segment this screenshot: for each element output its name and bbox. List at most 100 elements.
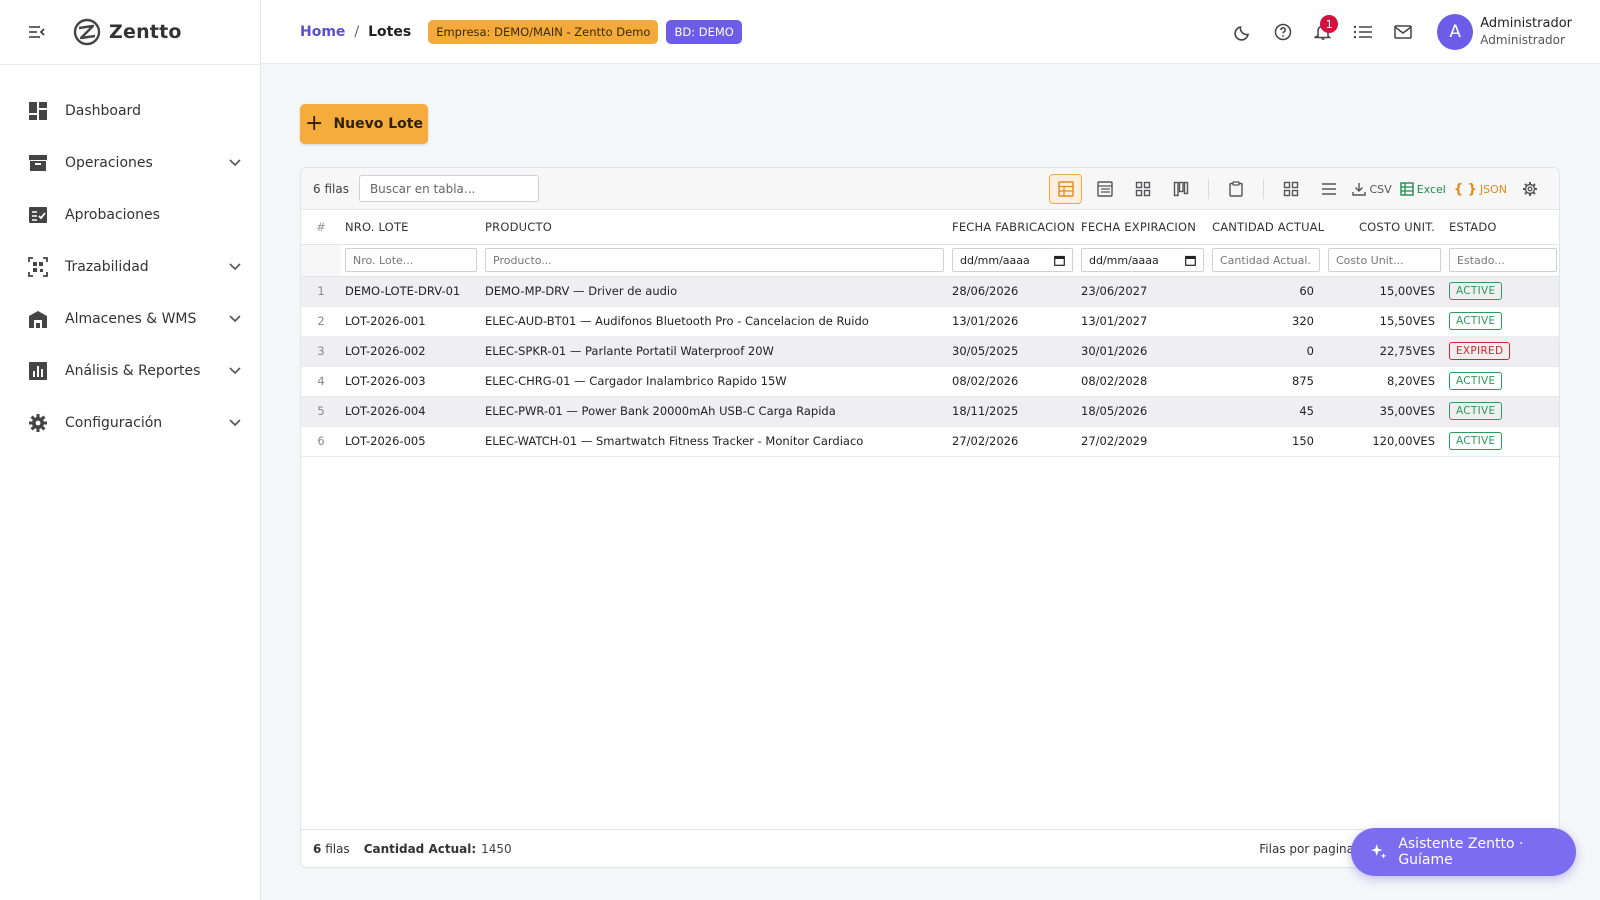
- filter-fecha-expiracion-input[interactable]: dd/mm/aaaa: [1081, 248, 1204, 272]
- column-header-estado[interactable]: ESTADO: [1445, 210, 1559, 245]
- cell-estado: ACTIVE: [1445, 366, 1559, 397]
- dark-mode-icon[interactable]: [1223, 12, 1263, 52]
- export-csv-button[interactable]: CSV: [1352, 174, 1392, 204]
- column-header-num: #: [301, 210, 341, 245]
- cell-lote: LOT-2026-005: [341, 426, 481, 457]
- cell-fecha-expiracion: 23/06/2027: [1077, 276, 1208, 307]
- calendar-icon: [1054, 255, 1065, 266]
- new-lote-button[interactable]: + Nuevo Lote: [300, 104, 428, 144]
- top-actions: 1 A Administrador Administrador: [1223, 0, 1572, 64]
- row-number: 5: [301, 396, 341, 427]
- cell-producto: DEMO-MP-DRV — Driver de audio: [481, 276, 948, 307]
- cell-cantidad: 60: [1208, 276, 1324, 307]
- gear-icon: [27, 412, 49, 434]
- filter-fecha-fabricacion-input[interactable]: dd/mm/aaaa: [952, 248, 1073, 272]
- export-csv-label: CSV: [1369, 182, 1392, 196]
- cell-estado: EXPIRED: [1445, 336, 1559, 367]
- notifications-bell-icon[interactable]: 1: [1303, 12, 1343, 52]
- breadcrumb-home-link[interactable]: Home: [300, 24, 345, 40]
- sidebar-item-aprobaciones[interactable]: Aprobaciones: [0, 189, 260, 241]
- cell-estado: ACTIVE: [1445, 426, 1559, 457]
- sidebar-item-analisis[interactable]: Análisis & Reportes: [0, 345, 260, 397]
- cell-costo: 15,50VES: [1324, 306, 1445, 337]
- status-badge: EXPIRED: [1449, 342, 1511, 360]
- cell-fecha-expiracion: 13/01/2027: [1077, 306, 1208, 337]
- database-chip[interactable]: BD: DEMO: [666, 19, 742, 44]
- cell-producto: ELEC-CHRG-01 — Cargador Inalambrico Rapi…: [481, 366, 948, 397]
- sidebar-item-dashboard[interactable]: Dashboard: [0, 85, 260, 137]
- user-info[interactable]: Administrador Administrador: [1480, 16, 1572, 48]
- sidebar-item-configuracion[interactable]: Configuración: [0, 397, 260, 449]
- column-header-cantidad[interactable]: CANTIDAD ACTUAL: [1208, 210, 1324, 245]
- row-number: 3: [301, 336, 341, 367]
- empresa-chip[interactable]: Empresa: DEMO/MAIN - Zentto Demo: [428, 19, 659, 44]
- filter-cantidad-input[interactable]: [1212, 248, 1320, 272]
- export-excel-label: Excel: [1416, 182, 1446, 196]
- bar-chart-icon: [27, 360, 49, 382]
- table-search-input[interactable]: [358, 175, 539, 202]
- brand-bar: Zentto: [0, 0, 260, 65]
- column-header-lote[interactable]: NRO. LOTE: [341, 210, 481, 245]
- cell-fecha-fabricacion: 27/02/2026: [948, 426, 1077, 457]
- row-number: 6: [301, 426, 341, 457]
- filter-costo-input[interactable]: [1328, 248, 1441, 272]
- sidebar-item-label: Aprobaciones: [65, 207, 160, 223]
- cell-estado: ACTIVE: [1445, 276, 1559, 307]
- card-view-icon[interactable]: [1128, 174, 1158, 204]
- chevron-down-icon: [228, 416, 242, 430]
- help-icon[interactable]: [1263, 12, 1303, 52]
- table-view-icon[interactable]: [1049, 174, 1083, 204]
- filter-producto-input[interactable]: [485, 248, 944, 272]
- user-name: Administrador: [1480, 16, 1572, 31]
- filter-estado-input[interactable]: [1449, 248, 1557, 272]
- sidebar-item-label: Trazabilidad: [65, 259, 149, 275]
- density-icon[interactable]: [1314, 174, 1344, 204]
- breadcrumb-separator: /: [354, 23, 360, 40]
- table-row[interactable]: 5 LOT-2026-004 ELEC-PWR-01 — Power Bank …: [301, 396, 1559, 427]
- column-header-fecha-fabricacion[interactable]: FECHA FABRICACION: [948, 210, 1077, 245]
- cell-costo: 35,00VES: [1324, 396, 1445, 427]
- sidebar-item-operaciones[interactable]: Operaciones: [0, 137, 260, 189]
- sidebar-item-trazabilidad[interactable]: Trazabilidad: [0, 241, 260, 293]
- table-row[interactable]: 4 LOT-2026-003 ELEC-CHRG-01 — Cargador I…: [301, 366, 1559, 397]
- cell-fecha-fabricacion: 13/01/2026: [948, 306, 1077, 337]
- cell-fecha-fabricacion: 18/11/2025: [948, 396, 1077, 427]
- columns-grid-icon[interactable]: [1276, 174, 1306, 204]
- clipboard-icon[interactable]: [1221, 174, 1251, 204]
- sidebar-item-label: Operaciones: [65, 155, 153, 171]
- export-json-button[interactable]: { } JSON: [1454, 174, 1507, 204]
- cell-fecha-expiracion: 27/02/2029: [1077, 426, 1208, 457]
- mail-icon[interactable]: [1383, 12, 1423, 52]
- cell-producto: ELEC-SPKR-01 — Parlante Portatil Waterpr…: [481, 336, 948, 367]
- column-header-producto[interactable]: PRODUCTO: [481, 210, 948, 245]
- task-list-icon[interactable]: [1343, 12, 1383, 52]
- lotes-grid: 6 filas Buscar en tabla... CSV Excel {}…: [300, 167, 1560, 868]
- menu-collapse-icon[interactable]: [27, 22, 47, 42]
- column-header-fecha-expiracion[interactable]: FECHA EXPIRACION: [1077, 210, 1208, 245]
- avatar[interactable]: A: [1437, 14, 1474, 50]
- grid-settings-icon[interactable]: [1515, 174, 1545, 204]
- footer-sum-label: Cantidad Actual:: [363, 841, 477, 856]
- calendar-icon: [1185, 255, 1196, 266]
- cell-producto: ELEC-AUD-BT01 — Audifonos Bluetooth Pro …: [481, 306, 948, 337]
- rows-per-page-label: Filas por pagina: [1259, 841, 1354, 856]
- cell-cantidad: 0: [1208, 336, 1324, 367]
- table-row[interactable]: 3 LOT-2026-002 ELEC-SPKR-01 — Parlante P…: [301, 336, 1559, 367]
- brand-name: Zentto: [109, 21, 182, 43]
- assistant-button[interactable]: Asistente Zentto · Guíame: [1351, 828, 1576, 876]
- lotes-table: # NRO. LOTE PRODUCTO FECHA FABRICACION F…: [301, 210, 1559, 457]
- list-view-icon[interactable]: [1090, 174, 1120, 204]
- chevron-down-icon: [228, 364, 242, 378]
- export-excel-button[interactable]: Excel: [1399, 174, 1446, 204]
- chevron-down-icon: [228, 260, 242, 274]
- table-row[interactable]: 6 LOT-2026-005 ELEC-WATCH-01 — Smartwatc…: [301, 426, 1559, 457]
- table-row[interactable]: 2 LOT-2026-001 ELEC-AUD-BT01 — Audifonos…: [301, 306, 1559, 337]
- breadcrumb-current: Lotes: [368, 23, 412, 40]
- sidebar-item-almacenes[interactable]: Almacenes & WMS: [0, 293, 260, 345]
- table-row[interactable]: 1 DEMO-LOTE-DRV-01 DEMO-MP-DRV — Driver …: [301, 276, 1559, 307]
- filter-lote-input[interactable]: [345, 248, 477, 272]
- kanban-view-icon[interactable]: [1166, 174, 1196, 204]
- column-header-costo[interactable]: COSTO UNIT.: [1324, 210, 1445, 245]
- cell-lote: DEMO-LOTE-DRV-01: [341, 276, 481, 307]
- cell-lote: LOT-2026-003: [341, 366, 481, 397]
